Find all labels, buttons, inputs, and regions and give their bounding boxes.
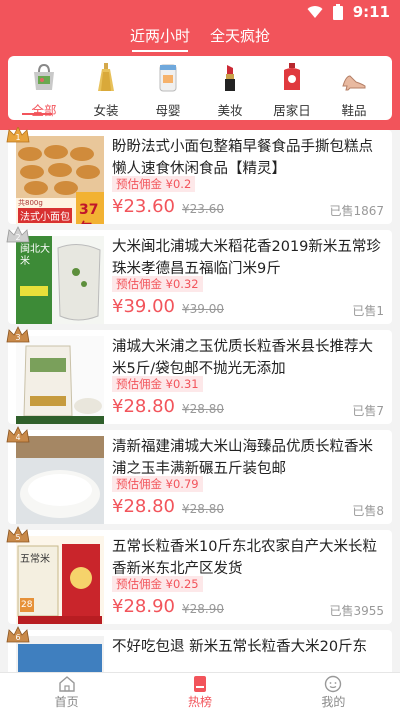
sold-count: 已售1867 [329, 204, 384, 218]
product-image: 共800g 法式小面包 37包 [16, 136, 104, 224]
sold-count: 已售1 [352, 304, 384, 318]
category-makeup[interactable]: 美妆 [200, 60, 260, 118]
category-active-indicator [22, 113, 52, 115]
rank-number: 6 [15, 633, 20, 642]
product-list: 共800g 法式小面包 37包 1 盼盼法式小面包整箱早餐食品手撕包糕点懒人速食… [0, 127, 400, 672]
product-image: 闽北大米 [16, 236, 104, 324]
rank-crown-icon: 3 [6, 326, 30, 343]
high-heel-icon [342, 75, 366, 91]
category-shoes[interactable]: 鞋品 [324, 60, 384, 118]
thumb-weight-text: 共800g [18, 199, 43, 207]
commission-badge: 预估佣金 ¥0.31 [112, 376, 203, 392]
product-card[interactable]: 4 清新福建浦城大米山海臻品优质长粒香米浦之玉丰满新碾五斤装包邮 预估佣金 ¥0… [6, 426, 392, 524]
rank-number: 2 [15, 233, 20, 242]
product-card[interactable]: 闽北大米 2 大米闽北浦城大米稻花香2019新米五常珍珠米孝德昌五福临门米9斤 … [6, 226, 392, 324]
rank-crown-icon: 1 [6, 127, 30, 143]
category-label: 母婴 [155, 103, 181, 118]
original-price: ¥28.80 [182, 402, 224, 416]
commission-badge: 预估佣金 ¥0.25 [112, 576, 203, 592]
product-title[interactable]: 不好吃包退 新米五常长粒香大米20斤东 [112, 636, 386, 672]
product-image [16, 436, 104, 524]
category-all[interactable]: 全部 [14, 60, 74, 118]
product-card[interactable]: 6 不好吃包退 新米五常长粒香大米20斤东 [6, 626, 392, 672]
lipstick-icon [225, 65, 235, 91]
sold-count: 已售8 [352, 504, 384, 518]
product-image: 五常米 28 [16, 536, 104, 624]
bag-icon [34, 63, 54, 90]
rank-crown-icon: 6 [6, 626, 30, 643]
commission-badge: 预估佣金 ¥0.79 [112, 476, 203, 492]
category-label: 美妆 [217, 103, 243, 118]
tab-all-day[interactable]: 全天疯抢 [210, 24, 270, 50]
bottom-tab-bar: 首页 热榜 我的 [0, 672, 400, 711]
category-label: 鞋品 [341, 103, 367, 118]
original-price: ¥28.90 [182, 602, 224, 616]
category-home-daily[interactable]: 居家日 [262, 60, 322, 118]
product-card[interactable]: 共800g 法式小面包 37包 1 盼盼法式小面包整箱早餐食品手撕包糕点懒人速食… [6, 127, 392, 224]
category-women-clothing[interactable]: 女装 [76, 60, 136, 118]
product-title[interactable]: 盼盼法式小面包整箱早餐食品手撕包糕点懒人速食休闲食品【精灵】 [112, 136, 386, 180]
product-price: ¥39.00 [112, 296, 175, 317]
home-icon [58, 676, 75, 692]
original-price: ¥39.00 [182, 302, 224, 316]
rank-number: 5 [15, 533, 20, 542]
commission-badge: 预估佣金 ¥0.2 [112, 176, 196, 192]
product-title[interactable]: 五常长粒香米10斤东北农家自产大米长粒香新米东北产区发货 [112, 536, 386, 580]
rank-number: 1 [15, 133, 20, 142]
category-label: 女装 [93, 103, 119, 118]
tab-home[interactable]: 首页 [0, 673, 133, 711]
rank-crown-icon: 4 [6, 426, 30, 443]
detergent-bottle-icon [284, 63, 300, 90]
rank-number: 4 [15, 433, 20, 442]
milk-powder-icon [159, 64, 177, 92]
product-image [16, 336, 104, 424]
thumb-brand-text: 五常米 [20, 554, 50, 565]
rank-crown-icon: 5 [6, 526, 30, 543]
product-card[interactable]: 五常米 28 5 五常长粒香米10斤东北农家自产大米长粒香新米东北产区发货 预估… [6, 526, 392, 624]
rank-crown-icon: 2 [6, 226, 30, 243]
original-price: ¥23.60 [182, 202, 224, 216]
battery-icon [332, 4, 343, 20]
thumb-price-text: 28 [21, 600, 33, 610]
category-mother-baby[interactable]: 母婴 [138, 60, 198, 118]
tab-profile[interactable]: 我的 [267, 673, 400, 711]
product-price: ¥28.80 [112, 396, 175, 417]
product-card[interactable]: 3 浦城大米浦之玉优质长粒香米县长推荐大米5斤/袋包邮不抛光无添加 预估佣金 ¥… [6, 326, 392, 424]
category-label: 居家日 [273, 103, 311, 118]
product-title[interactable]: 清新福建浦城大米山海臻品优质长粒香米浦之玉丰满新碾五斤装包邮 [112, 436, 386, 480]
product-price: ¥28.80 [112, 496, 175, 517]
sold-count: 已售3955 [329, 604, 384, 618]
status-time: 9:11 [352, 3, 390, 21]
hot-list-icon [193, 676, 206, 692]
tab-label: 我的 [321, 695, 346, 709]
category-label: 全部 [31, 103, 57, 118]
thumb-count-text: 37包 [79, 202, 99, 224]
wifi-icon [307, 6, 323, 19]
dress-icon [98, 63, 114, 91]
tab-recent-two-hours[interactable]: 近两小时 [130, 24, 190, 52]
status-bar: 9:11 [0, 0, 400, 24]
product-price: ¥28.90 [112, 596, 175, 617]
thumb-name-text: 法式小面包 [18, 208, 72, 223]
commission-badge: 预估佣金 ¥0.32 [112, 276, 203, 292]
original-price: ¥28.80 [182, 502, 224, 516]
tab-label: 首页 [54, 695, 79, 709]
tab-label: 热榜 [187, 695, 212, 709]
profile-icon [325, 675, 342, 693]
top-tabs: 近两小时 全天疯抢 [0, 24, 400, 52]
category-bar: 全部 女装 母婴 美妆 居家日 鞋品 [8, 56, 392, 120]
sold-count: 已售7 [352, 404, 384, 418]
thumb-brand-text: 闽北大米 [20, 244, 50, 267]
product-title[interactable]: 浦城大米浦之玉优质长粒香米县长推荐大米5斤/袋包邮不抛光无添加 [112, 336, 386, 380]
product-price: ¥23.60 [112, 196, 175, 217]
rank-number: 3 [15, 333, 20, 342]
tab-hot-list[interactable]: 热榜 [133, 673, 266, 711]
product-title[interactable]: 大米闽北浦城大米稻花香2019新米五常珍珠米孝德昌五福临门米9斤 [112, 236, 386, 280]
